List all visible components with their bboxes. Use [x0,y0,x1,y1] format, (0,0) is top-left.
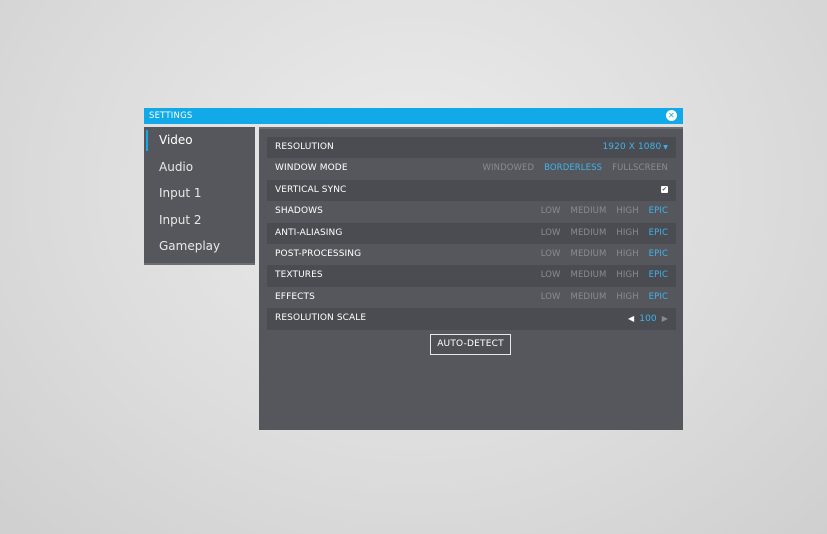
post-processing-row: POST-PROCESSING LOW MEDIUM HIGH EPIC [267,244,676,265]
anti-aliasing-option-epic[interactable]: EPIC [649,228,668,238]
auto-detect-button[interactable]: AUTO-DETECT [430,334,511,355]
sidebar-item-label: Input 2 [159,212,202,227]
effects-option-low[interactable]: LOW [541,292,561,302]
sidebar-item-label: Video [159,133,193,147]
scale-increase-arrow-icon[interactable]: ▶ [662,314,668,323]
resolution-label: RESOLUTION [275,142,334,152]
shadows-row: SHADOWS LOW MEDIUM HIGH EPIC [267,201,676,222]
resolution-scale-value: 100 [639,314,657,325]
post-processing-option-medium[interactable]: MEDIUM [571,249,607,259]
settings-window: SETTINGS ✕ Video Audio Input 1 Input 2 G… [144,108,683,430]
textures-option-epic[interactable]: EPIC [649,270,668,280]
resolution-dropdown[interactable]: 1920 X 1080 ▼ [602,142,668,152]
window-mode-option-windowed[interactable]: WINDOWED [483,163,535,173]
window-title: SETTINGS [149,111,193,121]
window-mode-label: WINDOW MODE [275,163,348,174]
anti-aliasing-label: ANTI-ALIASING [275,227,343,238]
sidebar-item-input-1[interactable]: Input 1 [144,180,255,207]
settings-list: RESOLUTION 1920 X 1080 ▼ WINDOW MODE WIND… [267,137,676,330]
anti-aliasing-option-low[interactable]: LOW [541,228,561,238]
title-bar: SETTINGS ✕ [144,108,683,124]
textures-option-high[interactable]: HIGH [616,270,638,280]
effects-label: EFFECTS [275,291,315,302]
sidebar-item-label: Gameplay [159,239,221,253]
resolution-scale-label: RESOLUTION SCALE [275,313,367,324]
sidebar-item-audio[interactable]: Audio [144,154,255,181]
textures-option-medium[interactable]: MEDIUM [571,270,607,280]
sidebar-item-label: Input 1 [159,186,202,200]
settings-sidebar: Video Audio Input 1 Input 2 Gameplay [144,127,255,265]
chevron-down-icon: ▼ [663,144,668,151]
effects-option-epic[interactable]: EPIC [649,292,668,302]
textures-label: TEXTURES [275,270,323,281]
vertical-sync-label: VERTICAL SYNC [275,184,347,195]
close-icon: ✕ [668,111,675,120]
shadows-option-epic[interactable]: EPIC [649,206,668,216]
post-processing-option-epic[interactable]: EPIC [649,249,668,259]
anti-aliasing-option-high[interactable]: HIGH [616,228,638,238]
textures-option-low[interactable]: LOW [541,270,561,280]
post-processing-label: POST-PROCESSING [275,248,362,259]
sidebar-item-label: Audio [159,159,194,174]
post-processing-option-high[interactable]: HIGH [616,249,638,259]
window-mode-row: WINDOW MODE WINDOWED BORDERLESS FULLSCRE… [267,158,676,179]
anti-aliasing-option-medium[interactable]: MEDIUM [571,228,607,238]
shadows-option-high[interactable]: HIGH [616,206,638,216]
close-button[interactable]: ✕ [666,110,677,121]
sidebar-item-gameplay[interactable]: Gameplay [144,233,255,260]
textures-row: TEXTURES LOW MEDIUM HIGH EPIC [267,265,676,287]
shadows-option-medium[interactable]: MEDIUM [571,206,607,216]
effects-option-high[interactable]: HIGH [616,292,638,302]
resolution-scale-row: RESOLUTION SCALE ◀ 100 ▶ [267,308,676,330]
shadows-label: SHADOWS [275,206,323,217]
vertical-sync-row: VERTICAL SYNC ✔ [267,179,676,202]
video-settings-panel: RESOLUTION 1920 X 1080 ▼ WINDOW MODE WIND… [259,127,683,430]
shadows-option-low[interactable]: LOW [541,206,561,216]
window-mode-option-fullscreen[interactable]: FULLSCREEN [612,163,668,173]
checkmark-icon: ✔ [661,185,668,193]
window-mode-option-borderless[interactable]: BORDERLESS [544,163,602,173]
vertical-sync-checkbox[interactable]: ✔ [661,185,668,193]
resolution-value: 1920 X 1080 [602,142,662,152]
resolution-row: RESOLUTION 1920 X 1080 ▼ [267,137,676,159]
post-processing-option-low[interactable]: LOW [541,249,561,259]
sidebar-item-input-2[interactable]: Input 2 [144,207,255,234]
effects-option-medium[interactable]: MEDIUM [571,292,607,302]
effects-row: EFFECTS LOW MEDIUM HIGH EPIC [267,287,676,308]
sidebar-item-video[interactable]: Video [144,127,255,154]
anti-aliasing-row: ANTI-ALIASING LOW MEDIUM HIGH EPIC [267,222,676,244]
scale-decrease-arrow-icon[interactable]: ◀ [628,314,634,323]
